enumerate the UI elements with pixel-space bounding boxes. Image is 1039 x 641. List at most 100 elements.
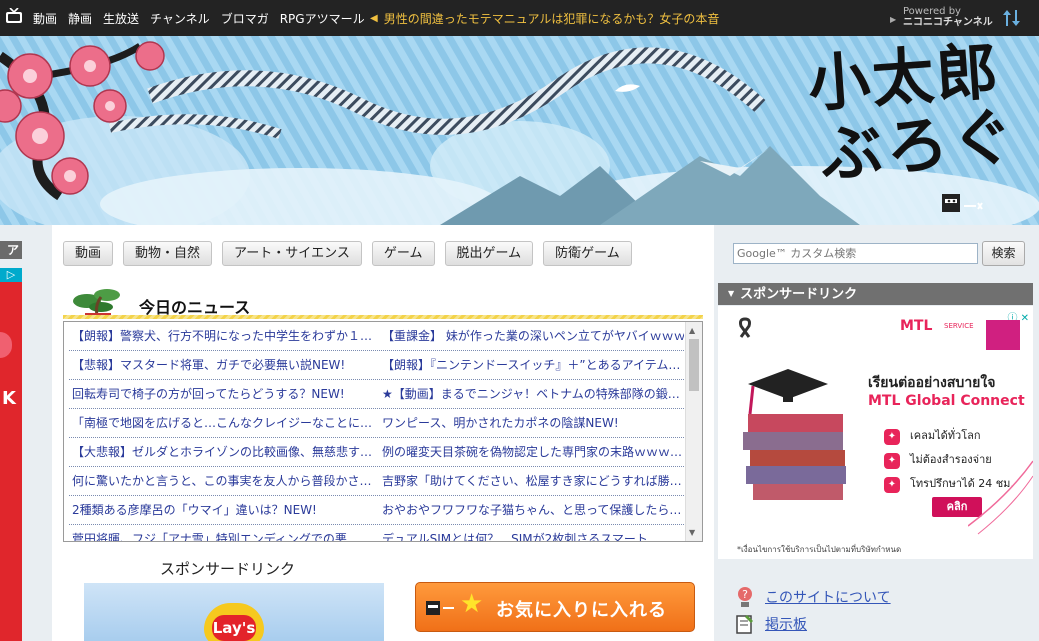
news-section-header: 今日のニュース bbox=[63, 285, 703, 319]
ad-feature: ✦ เคลมได้ทั่วโลก bbox=[884, 426, 981, 445]
news-link[interactable]: 何に驚いたかと言うと、この事実を友人から普段かさ… bbox=[69, 467, 374, 495]
news-scrollbar[interactable]: ▲ ▼ bbox=[685, 322, 702, 541]
about-site-link[interactable]: ? このサイトについて bbox=[735, 586, 891, 608]
sidebar-sponsored-label: スポンサードリンク bbox=[740, 287, 858, 302]
phone-icon: ✦ bbox=[884, 477, 900, 493]
niconico-channel-label: ニコニコチャンネル bbox=[903, 17, 993, 28]
news-row: 菅田将暉、フジ「アナ雪」特別エンディングでの悪… デュアルSIMとは何？ SIM… bbox=[69, 525, 684, 541]
news-link[interactable]: 2種類ある彦摩呂の「ウマイ」違いは？NEW! bbox=[69, 496, 374, 524]
category-button-art-science[interactable]: アート・サイエンス bbox=[222, 241, 362, 266]
right-sidebar: 検索 ▼ スポンサードリンク ⓘ ✕ MTL SERVICE เรียนต่ออย… bbox=[714, 225, 1039, 641]
news-ticker[interactable]: ◀ 男性の間違ったモテマニュアルは犯罪になるかも？女子の本音 bbox=[370, 0, 719, 36]
category-button-game[interactable]: ゲーム bbox=[371, 241, 435, 266]
powered-by-label: Powered by bbox=[903, 6, 961, 17]
triangle-down-icon: ▼ bbox=[728, 289, 735, 298]
powered-arrow-icon: ▶ bbox=[890, 15, 897, 24]
sponsored-links-title: スポンサードリンク bbox=[160, 560, 296, 578]
lays-logo: Lay's bbox=[204, 603, 264, 641]
news-link[interactable]: デュアルSIMとは何？ SIMが2枚刺さるスマート… bbox=[379, 525, 684, 541]
news-row: 【朗報】警察犬、行方不明になった中学生をわずか１… 【重課金】 妹が作った業の深… bbox=[69, 322, 684, 351]
news-link[interactable]: ワンピース、明かされたカポネの陰謀NEW! bbox=[379, 409, 684, 437]
news-link[interactable]: 【悲報】マスタード将軍、ガチで必要無い説NEW! bbox=[69, 351, 374, 379]
news-link[interactable]: ★【動画】まるでニンジャ！ベトナムの特殊部隊の鍛… bbox=[379, 380, 684, 408]
nav-channel[interactable]: チャンネル bbox=[150, 10, 210, 27]
pine-bonsai-icon bbox=[73, 289, 120, 318]
bulletin-board-label[interactable]: 掲示板 bbox=[765, 614, 807, 634]
up-down-arrows-icon[interactable] bbox=[1002, 8, 1022, 28]
left-ad-text: K bbox=[2, 388, 16, 409]
bulletin-board-link[interactable]: 掲示板 bbox=[735, 613, 807, 635]
main-content: 動画 動物・自然 アート・サイエンス ゲーム 脱出ゲーム 防衛ゲーム 今日のニュ… bbox=[52, 225, 714, 641]
ninja-icon bbox=[426, 601, 454, 615]
notepad-icon bbox=[736, 615, 753, 634]
svg-text:?: ? bbox=[742, 588, 748, 601]
news-row: 「南極で地図を広げると…こんなクレイジーなことに… ワンピース、明かされたカポネ… bbox=[69, 409, 684, 438]
scroll-up-icon[interactable]: ▲ bbox=[689, 326, 695, 335]
sidebar-sponsored-header: ▼ スポンサードリンク bbox=[718, 283, 1033, 305]
add-to-favorites-label: お気に入りに入れる bbox=[496, 600, 667, 621]
nav-live[interactable]: 生放送 bbox=[103, 10, 139, 27]
lays-logo-text: Lay's bbox=[212, 615, 256, 641]
star-icon: ★ bbox=[460, 589, 484, 619]
news-header-rule bbox=[63, 315, 703, 319]
ticker-arrow-icon: ◀ bbox=[370, 12, 378, 24]
category-button-escape-game[interactable]: 脱出ゲーム bbox=[444, 241, 534, 266]
news-link[interactable]: 例の曜変天目茶碗を偽物認定した専門家の末路ｗｗｗ… bbox=[379, 438, 684, 466]
ad-headline-english: MTL Global Connect bbox=[868, 393, 1025, 409]
category-button-animals[interactable]: 動物・自然 bbox=[123, 241, 213, 266]
news-row: 回転寿司で椅子の方が回ってたらどうする？NEW! ★【動画】まるでニンジャ！ベト… bbox=[69, 380, 684, 409]
globe-icon: ✦ bbox=[884, 429, 900, 445]
awareness-ribbon-icon bbox=[739, 317, 751, 338]
news-link[interactable]: 【大悲報】ゼルダとホライゾンの比較画像、無慈悲す… bbox=[69, 438, 374, 466]
ad-headline-thai: เรียนต่ออย่างสบายใจ bbox=[868, 375, 996, 391]
top-navigation-bar: 動画 静画 生放送 チャンネル ブロマガ RPGアツマール ◀ 男性の間違ったモ… bbox=[0, 0, 1039, 36]
news-link[interactable]: 【重課金】 妹が作った業の深いペン立てがヤバイｗｗｗ… bbox=[379, 322, 684, 350]
ticker-text[interactable]: 男性の間違ったモテマニュアルは犯罪になるかも？女子の本音 bbox=[384, 10, 720, 27]
left-ad-strip: ア ▷ K bbox=[0, 225, 40, 641]
scrollbar-thumb[interactable] bbox=[689, 339, 699, 391]
ad-decoration bbox=[968, 460, 1033, 535]
site-logo-title[interactable]: 小太郎 ぶろぐ bbox=[800, 36, 1035, 194]
add-to-favorites-button[interactable]: ★ お気に入りに入れる bbox=[415, 582, 695, 632]
sponsored-ad-banner[interactable]: Lay's bbox=[84, 583, 384, 641]
mtl-brand: MTL bbox=[900, 318, 933, 334]
mtl-logo-icon bbox=[986, 320, 1020, 350]
search-input[interactable] bbox=[733, 243, 978, 264]
search-button[interactable]: 検索 bbox=[982, 241, 1025, 266]
niconico-tv-icon[interactable] bbox=[5, 8, 23, 24]
news-link[interactable]: 【朗報】『ニンテンドースイッチ』＋”とあるアイテム… bbox=[379, 351, 684, 379]
books-graduation-cap-image bbox=[743, 369, 846, 500]
powered-by[interactable]: ▶ Powered by ニコニコチャンネル bbox=[890, 6, 993, 28]
nav-video[interactable]: 動画 bbox=[33, 10, 57, 27]
nav-rpg-atsumaru[interactable]: RPGアツマール bbox=[280, 10, 365, 27]
news-row: 【大悲報】ゼルダとホライゾンの比較画像、無慈悲す… 例の曜変天目茶碗を偽物認定し… bbox=[69, 438, 684, 467]
news-link[interactable]: 吉野家「助けてください、松屋すき家にどうすれば勝… bbox=[379, 467, 684, 495]
news-row: 2種類ある彦摩呂の「ウマイ」違いは？NEW! おやおやフワフワな子猫ちゃん、と思… bbox=[69, 496, 684, 525]
news-link[interactable]: おやおやフワフワな子猫ちゃん、と思って保護したら… bbox=[379, 496, 684, 524]
nav-blomaga[interactable]: ブロマガ bbox=[221, 10, 269, 27]
adchoices-icon[interactable]: ▷ bbox=[0, 268, 22, 282]
news-link[interactable]: 菅田将暉、フジ「アナ雪」特別エンディングでの悪… bbox=[69, 525, 374, 541]
wallet-icon: ✦ bbox=[884, 453, 900, 469]
news-list[interactable]: 【朗報】警察犬、行方不明になった中学生をわずか１… 【重課金】 妹が作った業の深… bbox=[63, 321, 703, 542]
mtl-brand-sub: SERVICE bbox=[944, 322, 974, 330]
left-ad-header: ア bbox=[0, 241, 22, 259]
news-link[interactable]: 「南極で地図を広げると…こんなクレイジーなことに… bbox=[69, 409, 374, 437]
category-button-video[interactable]: 動画 bbox=[63, 241, 114, 266]
nav-seiga[interactable]: 静画 bbox=[68, 10, 92, 27]
ad-feature-text: เคลมได้ทั่วโลก bbox=[910, 429, 981, 442]
news-link[interactable]: 回転寿司で椅子の方が回ってたらどうする？NEW! bbox=[69, 380, 374, 408]
category-button-defense-game[interactable]: 防衛ゲーム bbox=[543, 241, 632, 266]
about-site-label[interactable]: このサイトについて bbox=[765, 587, 891, 607]
ad-decoration bbox=[0, 332, 12, 358]
question-icon: ? bbox=[738, 587, 752, 607]
site-header-banner[interactable]: 小太郎 ぶろぐ bbox=[0, 36, 1039, 225]
news-link[interactable]: 【朗報】警察犬、行方不明になった中学生をわずか１… bbox=[69, 322, 374, 350]
news-grid: 【朗報】警察犬、行方不明になった中学生をわずか１… 【重課金】 妹が作った業の深… bbox=[69, 322, 684, 541]
scroll-down-icon[interactable]: ▼ bbox=[689, 528, 695, 537]
news-row: 【悲報】マスタード将軍、ガチで必要無い説NEW! 【朗報】『ニンテンドースイッチ… bbox=[69, 351, 684, 380]
ad-fine-print: *เงื่อนไขการใช้บริการเป็นไปตามที่บริษัทก… bbox=[737, 545, 902, 554]
sidebar-ad-banner[interactable]: ⓘ ✕ MTL SERVICE เรียนต่ออย่างสบายใจ MTL … bbox=[718, 306, 1033, 559]
service-nav: 動画 静画 生放送 チャンネル ブロマガ RPGアツマール bbox=[33, 0, 365, 36]
left-ad-banner[interactable]: K bbox=[0, 282, 22, 641]
